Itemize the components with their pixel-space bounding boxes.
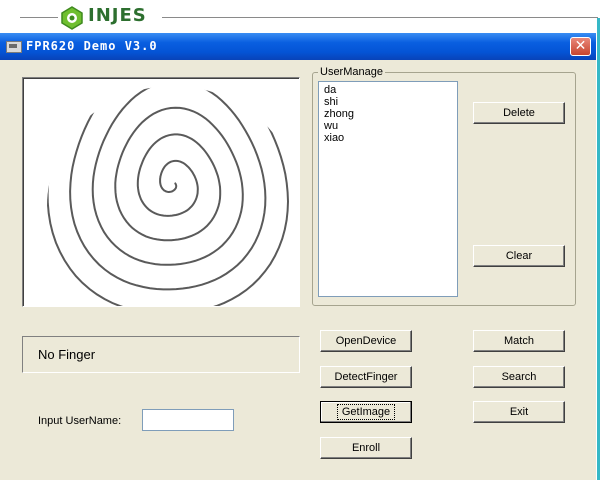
search-button[interactable]: Search — [473, 366, 565, 388]
user-list[interactable]: da shi zhong wu xiao — [318, 81, 458, 297]
header-divider-right — [162, 17, 598, 18]
fingerprint-panel — [22, 77, 300, 307]
username-input[interactable] — [142, 409, 234, 431]
brand-name: INJES — [88, 5, 147, 26]
header-divider-left — [20, 17, 58, 18]
list-item[interactable]: xiao — [324, 132, 344, 144]
match-button[interactable]: Match — [473, 330, 565, 352]
close-button[interactable]: ✕ — [570, 37, 591, 56]
list-item[interactable]: shi — [324, 96, 338, 108]
close-icon: ✕ — [574, 38, 587, 54]
open-device-button[interactable]: OpenDevice — [320, 330, 412, 352]
fingerprint-image — [47, 86, 299, 306]
list-item[interactable]: da — [324, 84, 336, 96]
delete-button[interactable]: Delete — [473, 102, 565, 124]
app-icon — [6, 41, 22, 53]
exit-button[interactable]: Exit — [473, 401, 565, 423]
app-window: FPR620 Demo V3.0 ✕ UserManage da shi zho… — [0, 33, 596, 480]
fingerprint-ridges — [47, 86, 299, 306]
injes-logo-icon — [61, 6, 83, 30]
title-bar: FPR620 Demo V3.0 ✕ — [0, 33, 596, 60]
detect-finger-button[interactable]: DetectFinger — [320, 366, 412, 388]
get-image-button[interactable]: GetImage — [320, 401, 412, 423]
username-label: Input UserName: — [38, 415, 122, 427]
list-item[interactable]: zhong — [324, 108, 354, 120]
clear-button[interactable]: Clear — [473, 245, 565, 267]
status-display: No Finger — [22, 336, 300, 373]
window-title: FPR620 Demo V3.0 — [26, 39, 158, 53]
user-manage-label: UserManage — [318, 66, 385, 78]
list-item[interactable]: wu — [324, 120, 338, 132]
enroll-button[interactable]: Enroll — [320, 437, 412, 459]
status-text: No Finger — [38, 347, 96, 362]
